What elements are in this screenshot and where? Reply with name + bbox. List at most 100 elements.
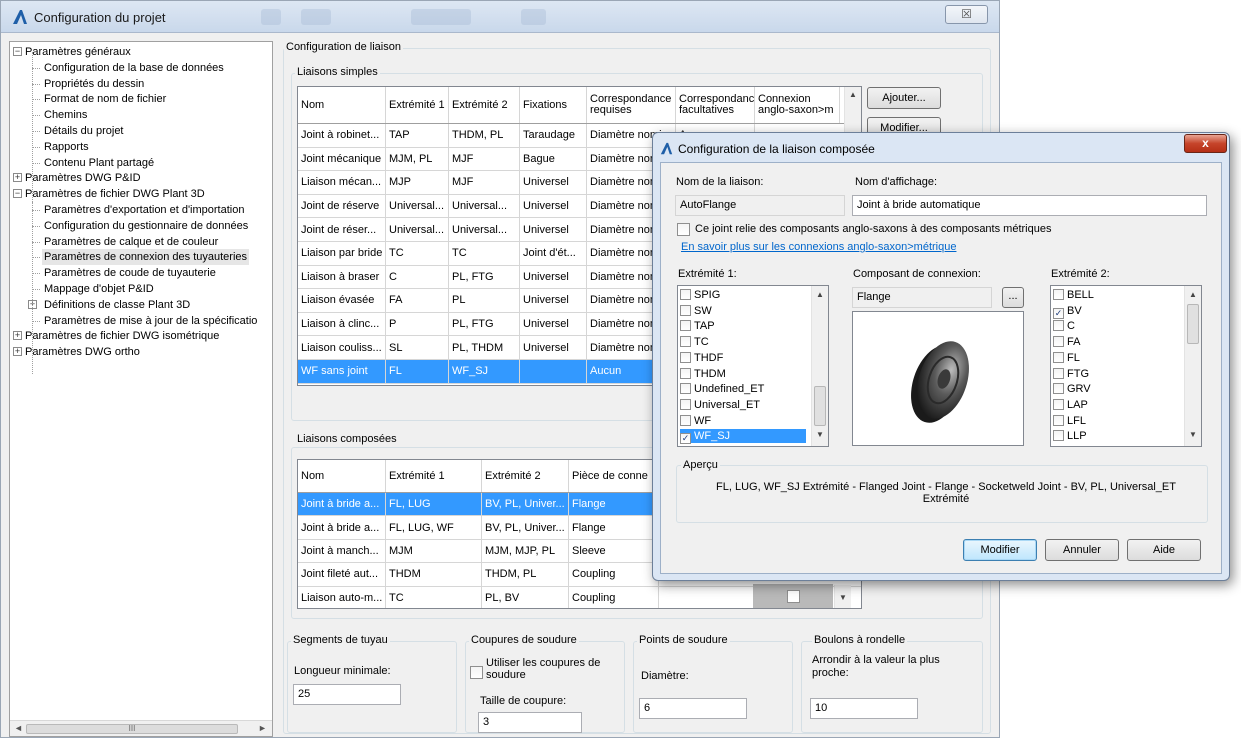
add-joint-button[interactable]: Ajouter...	[867, 87, 941, 109]
column-header[interactable]: Correspondances facultatives	[676, 87, 755, 123]
scroll-left-icon[interactable]: ◄	[14, 723, 23, 733]
scrollbar-thumb[interactable]	[1187, 304, 1199, 344]
tree-item[interactable]: Paramètres de coude de tuyauterie	[42, 265, 218, 281]
tree-item[interactable]: Définitions de classe Plant 3D	[42, 297, 192, 313]
dialog-help-button[interactable]: Aide	[1127, 539, 1201, 561]
column-header[interactable]: Nom	[298, 87, 386, 123]
checkbox[interactable]	[1053, 414, 1064, 426]
checkbox[interactable]	[1053, 430, 1064, 442]
scroll-down-icon[interactable]: ▼	[835, 593, 851, 602]
scroll-down-icon[interactable]: ▼	[812, 430, 828, 439]
tree-item[interactable]: Rapports	[42, 139, 91, 155]
scroll-down-icon[interactable]: ▼	[1185, 430, 1201, 439]
column-header[interactable]: Extrémité 2	[482, 460, 569, 492]
compound-table-scrollbar[interactable]: ▼	[834, 585, 851, 608]
checkbox[interactable]	[1053, 351, 1064, 363]
column-header[interactable]: Extrémité 2	[449, 87, 520, 123]
scroll-up-icon[interactable]: ▲	[812, 290, 828, 299]
list-item[interactable]: ✓ WF_SJ	[680, 429, 806, 445]
list-item[interactable]: BELL	[1053, 288, 1179, 302]
list-item[interactable]: THDM	[680, 367, 806, 381]
end2-list[interactable]: BELL ✓ BV C FA FL FTG GRV LAP LFL LLP ▲ ▼	[1050, 285, 1202, 447]
tree-item[interactable]: Détails du projet	[42, 123, 126, 139]
tree-item[interactable]: Paramètres généraux	[23, 44, 133, 60]
compound-row-checkbox[interactable]	[787, 590, 800, 603]
list-item[interactable]: Undefined_ET	[680, 382, 806, 396]
list-item[interactable]: FTG	[1053, 367, 1179, 381]
tree-item[interactable]: Paramètres de mise à jour de la spécific…	[42, 313, 259, 329]
end1-list[interactable]: SPIG SW TAP TC THDF THDM Undefined_ET Universal…	[677, 285, 829, 447]
checkbox[interactable]	[1053, 398, 1064, 410]
use-weld-cuts-checkbox[interactable]	[470, 666, 483, 679]
scroll-up-icon[interactable]: ▲	[1185, 290, 1201, 299]
tree-item[interactable]: Configuration du gestionnaire de données	[42, 218, 250, 234]
tree-item[interactable]: Paramètres DWG ortho	[23, 344, 142, 360]
list-item[interactable]: FL	[1053, 351, 1179, 365]
list-scrollbar[interactable]: ▲ ▼	[1184, 286, 1201, 446]
tree-item[interactable]: Paramètres de fichier DWG isométrique	[23, 328, 221, 344]
list-item[interactable]: SPIG	[680, 288, 806, 302]
dialog-cancel-button[interactable]: Annuler	[1045, 539, 1119, 561]
checkbox[interactable]	[1053, 367, 1064, 379]
column-header[interactable]: Extrémité 1	[386, 460, 482, 492]
checkbox[interactable]	[680, 351, 691, 363]
list-item[interactable]: C	[1053, 319, 1179, 333]
scrollbar-thumb[interactable]	[814, 386, 826, 426]
tree-item[interactable]: Paramètres de calque et de couleur	[42, 234, 220, 250]
scroll-up-icon[interactable]: ▲	[845, 90, 861, 99]
diameter-input[interactable]: 6	[639, 698, 747, 719]
checkbox[interactable]	[1053, 320, 1064, 332]
tree-item[interactable]: Paramètres de connexion des tuyauteries	[42, 249, 250, 266]
scrollbar-thumb[interactable]: III	[26, 724, 238, 734]
list-item[interactable]: WF	[680, 414, 806, 428]
display-name-input[interactable]: Joint à bride automatique	[852, 195, 1207, 216]
tree-item[interactable]: Format de nom de fichier	[42, 91, 168, 107]
expand-icon[interactable]: +	[13, 331, 22, 341]
learn-more-link[interactable]: En savoir plus sur les connexions anglo-…	[681, 241, 956, 253]
list-item[interactable]: TC	[680, 335, 806, 349]
checkbox[interactable]	[1053, 383, 1064, 395]
collapse-icon[interactable]: −	[13, 189, 22, 199]
column-header[interactable]: Nom	[298, 460, 386, 492]
column-header[interactable]: Extrémité 1	[386, 87, 449, 123]
checkbox[interactable]	[1053, 289, 1064, 300]
collapse-icon[interactable]: −	[13, 47, 22, 56]
scroll-right-icon[interactable]: ►	[258, 723, 267, 733]
list-item[interactable]: LAP	[1053, 398, 1179, 412]
expand-icon[interactable]: +	[13, 347, 22, 357]
dialog-close-button[interactable]: x	[1184, 134, 1227, 153]
checkbox[interactable]	[680, 398, 691, 410]
list-scrollbar[interactable]: ▲ ▼	[811, 286, 828, 446]
checkbox[interactable]	[680, 304, 691, 316]
list-item[interactable]: ✓ BV	[1053, 304, 1179, 319]
column-header[interactable]: Pièce de conne	[569, 460, 659, 492]
browse-component-button[interactable]: ...	[1002, 287, 1024, 308]
tree-horizontal-scrollbar[interactable]: ◄ III ►	[10, 720, 272, 736]
tree-item[interactable]: Paramètres d'exportation et d'importatio…	[42, 202, 246, 218]
list-item[interactable]: LLP	[1053, 429, 1179, 443]
round-value-input[interactable]: 10	[810, 698, 918, 719]
settings-tree[interactable]: Paramètres généraux − Configuration de la …	[9, 41, 273, 737]
checkbox[interactable]	[680, 383, 691, 395]
min-length-input[interactable]: 25	[293, 684, 401, 705]
list-item[interactable]: Universal_ET	[680, 398, 806, 412]
list-item[interactable]: THDF	[680, 351, 806, 365]
checkbox[interactable]	[680, 414, 691, 426]
column-header[interactable]: Correspondance requises	[587, 87, 676, 123]
main-close-button[interactable]: ☒	[945, 5, 988, 24]
checkbox[interactable]	[1053, 336, 1064, 348]
cut-size-input[interactable]: 3	[478, 712, 582, 733]
list-item[interactable]: SW	[680, 304, 806, 318]
tree-item[interactable]: Paramètres de fichier DWG Plant 3D	[23, 186, 207, 202]
column-header[interactable]: Connexion anglo-saxon>m	[755, 87, 840, 123]
list-item[interactable]: TAP	[680, 319, 806, 333]
column-header[interactable]: Fixations	[520, 87, 587, 123]
tree-item[interactable]: Paramètres DWG P&ID	[23, 170, 143, 186]
tree-item[interactable]: Configuration de la base de données	[42, 60, 226, 76]
checked-checkbox[interactable]: ✓	[1053, 307, 1064, 319]
checked-checkbox[interactable]: ✓	[680, 433, 691, 445]
tree-item[interactable]: Mappage d'objet P&ID	[42, 281, 156, 297]
tree-item[interactable]: Chemins	[42, 107, 89, 123]
tree-item[interactable]: Contenu Plant partagé	[42, 155, 156, 171]
list-item[interactable]: LFL	[1053, 414, 1179, 428]
